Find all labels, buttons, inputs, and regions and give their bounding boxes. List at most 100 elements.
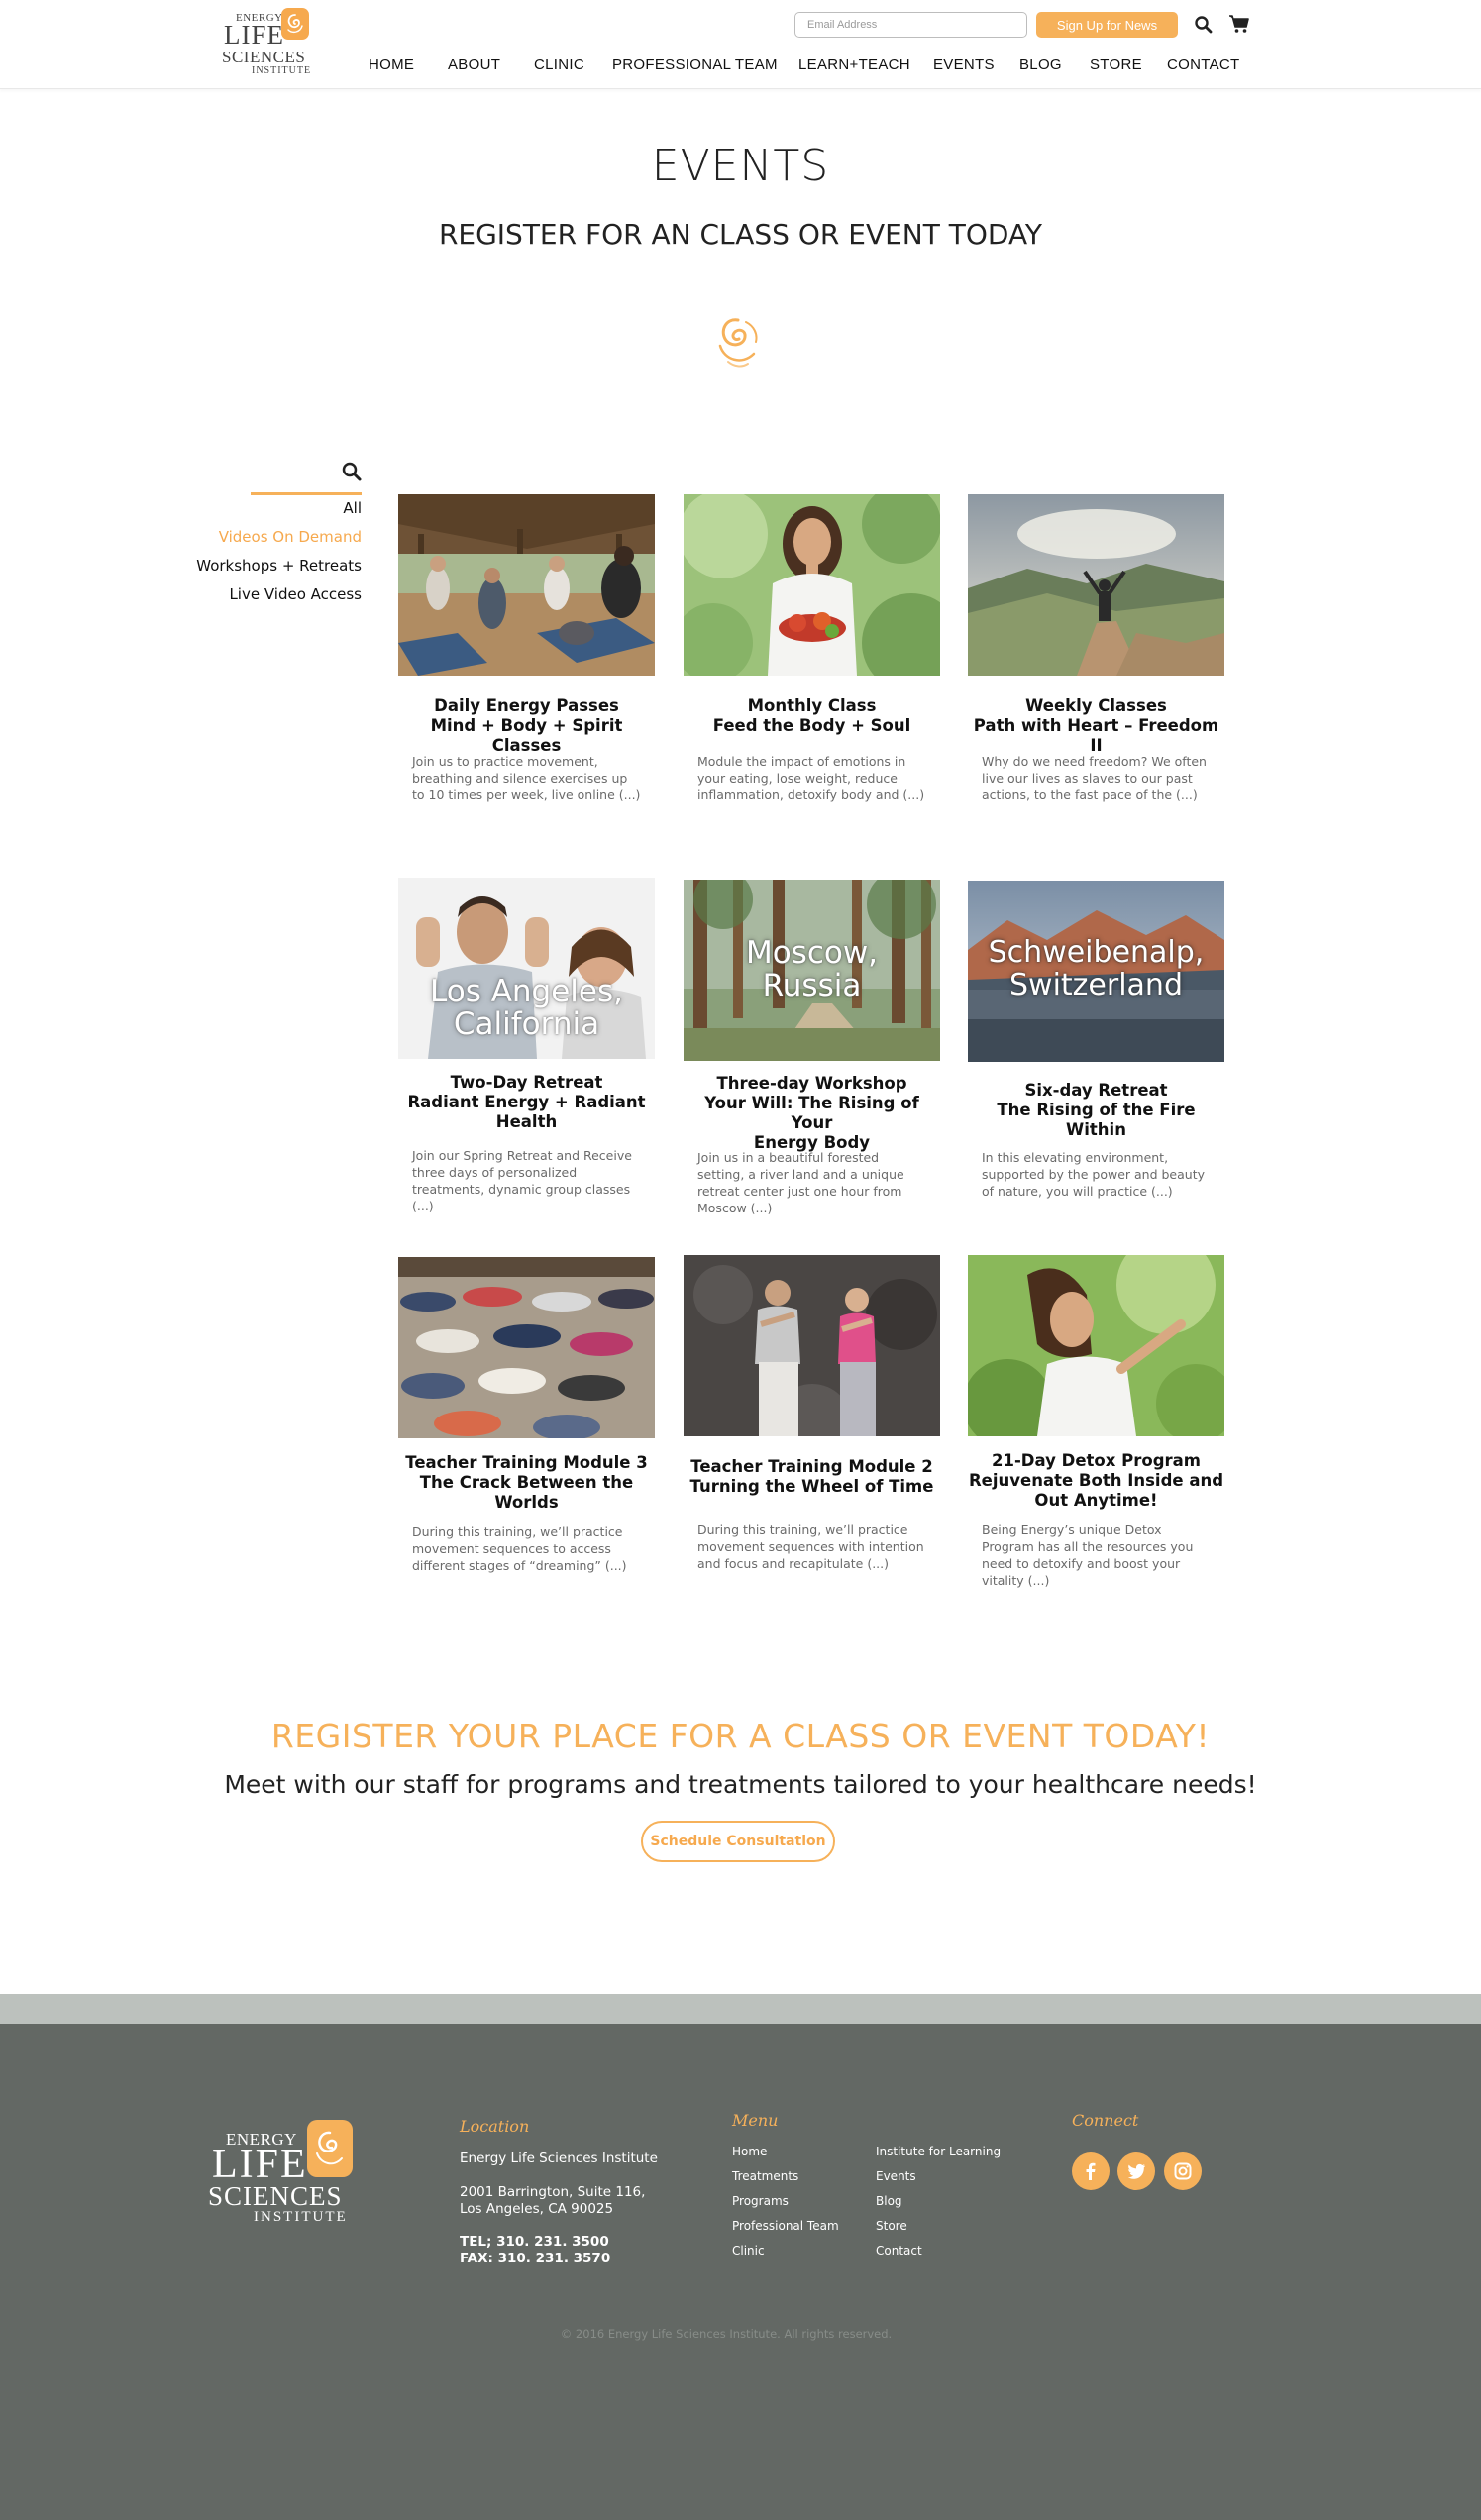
event-title-line: Monthly Class <box>747 696 877 715</box>
event-title-line: Weekly Classes <box>1025 696 1167 715</box>
event-image[interactable] <box>968 494 1224 676</box>
nav-store[interactable]: STORE <box>1090 56 1142 78</box>
cta-subtitle: Meet with our staff for programs and tre… <box>224 1770 1257 1799</box>
filter-divider <box>251 492 362 495</box>
nav-events[interactable]: EVENTS <box>933 56 995 78</box>
event-title-line: Rejuvenate Both Inside and <box>968 1471 1224 1490</box>
image-caption-line: Russia <box>762 968 862 1003</box>
swirl-icon <box>712 312 764 369</box>
nav-blog[interactable]: BLOG <box>1019 56 1062 78</box>
event-title[interactable]: Weekly Classes Path with Heart – Freedom… <box>968 696 1224 756</box>
event-title-line: The Crack Between the <box>419 1473 634 1492</box>
image-caption-line: California <box>453 1006 600 1042</box>
event-title-line: Teacher Training Module 3 <box>405 1453 648 1472</box>
event-title-line: Daily Energy Passes <box>434 696 619 715</box>
footer-link-institute-for-learning[interactable]: Institute for Learning <box>876 2145 1001 2158</box>
nav-clinic[interactable]: CLINIC <box>534 56 584 78</box>
footer-logo[interactable]: ENERGY LIFE SCIENCES INSTITUTE <box>208 2118 357 2227</box>
event-image[interactable] <box>684 494 940 676</box>
footer-link-contact[interactable]: Contact <box>876 2244 922 2258</box>
image-caption-line: Moscow, <box>745 935 879 971</box>
footer-link-clinic[interactable]: Clinic <box>732 2244 765 2258</box>
footer-tel[interactable]: TEL; 310. 231. 3500 <box>460 2234 609 2251</box>
filter-workshops-retreats[interactable]: Workshops + Retreats <box>196 557 362 575</box>
footer-link-treatments[interactable]: Treatments <box>732 2169 798 2183</box>
event-title[interactable]: Six-day Retreat The Rising of the Fire W… <box>968 1081 1224 1140</box>
event-description: During this training, we’ll practice mov… <box>412 1524 627 1573</box>
footer-location-heading: Location <box>460 2117 530 2136</box>
nav-learn-teach[interactable]: LEARN+TEACH <box>798 56 910 78</box>
event-title[interactable]: Daily Energy Passes Mind + Body + Spirit… <box>398 696 655 756</box>
nav-contact[interactable]: CONTACT <box>1167 56 1239 78</box>
event-description: Join us in a beautiful forested setting,… <box>697 1150 904 1215</box>
footer-link-professional-team[interactable]: Professional Team <box>732 2219 839 2233</box>
site-footer <box>0 2024 1481 2520</box>
event-title-line: Teacher Training Module 2 <box>690 1457 933 1476</box>
event-image[interactable] <box>684 1255 940 1436</box>
event-title[interactable]: Monthly Class Feed the Body + Soul <box>684 696 940 736</box>
event-title[interactable]: Three-day Workshop Your Will: The Rising… <box>684 1074 940 1153</box>
filter-videos-on-demand[interactable]: Videos On Demand <box>219 528 362 546</box>
nav-about[interactable]: ABOUT <box>448 56 500 78</box>
page-title: EVENTS <box>651 141 830 191</box>
event-image[interactable] <box>968 1255 1224 1436</box>
filter-search-icon[interactable] <box>341 461 363 482</box>
event-description: Module the impact of emotions in your ea… <box>697 754 925 802</box>
filter-all[interactable]: All <box>343 499 362 517</box>
event-description: Being Energy’s unique Detox Program has … <box>982 1522 1194 1588</box>
footer-connect-heading: Connect <box>1072 2111 1139 2130</box>
footer-address-line-1: 2001 Barrington, Suite 116, <box>460 2184 646 2200</box>
schedule-consultation-button[interactable]: Schedule Consultation <box>641 1821 835 1862</box>
instagram-icon[interactable] <box>1164 2152 1202 2190</box>
event-description: Join us to practice movement, breathing … <box>412 754 641 802</box>
logo-line-3: SCIENCES <box>222 48 306 66</box>
event-image[interactable] <box>398 1257 655 1438</box>
event-title[interactable]: 21-Day Detox Program Rejuvenate Both Ins… <box>968 1451 1224 1511</box>
event-title-line: Health <box>495 1112 558 1131</box>
event-image[interactable] <box>398 494 655 676</box>
image-caption-line: Switzerland <box>1009 968 1183 1002</box>
cart-icon[interactable] <box>1228 14 1250 34</box>
footer-link-programs[interactable]: Programs <box>732 2194 789 2208</box>
event-title-line: Worlds <box>494 1493 559 1512</box>
event-title[interactable]: Teacher Training Module 2 Turning the Wh… <box>684 1457 940 1497</box>
logo-line-2: LIFE <box>224 20 284 50</box>
cta-title: REGISTER YOUR PLACE FOR A CLASS OR EVENT… <box>270 1717 1211 1755</box>
event-title-line: Path with Heart – Freedom II <box>973 716 1219 755</box>
filter-live-video-access[interactable]: Live Video Access <box>229 585 362 603</box>
site-logo[interactable]: ENERGY LIFE SCIENCES INSTITUTE <box>222 6 313 76</box>
event-title-line: Turning the Wheel of Time <box>689 1477 934 1496</box>
logo-line-2: LIFE <box>212 2142 308 2187</box>
page-subtitle: REGISTER FOR AN CLASS OR EVENT TODAY <box>438 218 1043 251</box>
footer-link-store[interactable]: Store <box>876 2219 907 2233</box>
event-title[interactable]: Teacher Training Module 3 The Crack Betw… <box>398 1453 655 1513</box>
footer-fax: FAX: 310. 231. 3570 <box>460 2251 611 2266</box>
nav-home[interactable]: HOME <box>369 56 414 78</box>
image-caption: Schweibenalp, Switzerland <box>968 936 1224 1001</box>
event-description: In this elevating environment, supported… <box>982 1150 1205 1199</box>
event-title-line: Radiant Energy + Radiant <box>407 1093 646 1111</box>
event-title-line: Mind + Body + Spirit Classes <box>430 716 623 755</box>
logo-line-4: INSTITUTE <box>254 2209 348 2225</box>
nav-professional-team[interactable]: PROFESSIONAL TEAM <box>612 56 778 78</box>
event-description: Join our Spring Retreat and Receive thre… <box>412 1148 632 1213</box>
event-description: During this training, we’ll practice mov… <box>697 1522 924 1571</box>
logo-line-3: SCIENCES <box>208 2181 343 2211</box>
image-caption-line: Schweibenalp, <box>988 935 1205 970</box>
swirl-icon <box>307 2120 353 2177</box>
image-caption: Los Angeles, California <box>398 976 655 1041</box>
footer-link-home[interactable]: Home <box>732 2145 767 2158</box>
footer-link-events[interactable]: Events <box>876 2169 916 2183</box>
email-input[interactable] <box>794 12 1027 38</box>
event-title[interactable]: Two-Day Retreat Radiant Energy + Radiant… <box>398 1073 655 1132</box>
signup-button[interactable]: Sign Up for News <box>1036 12 1178 38</box>
twitter-icon[interactable] <box>1117 2152 1155 2190</box>
event-title-line: Feed the Body + Soul <box>712 716 911 735</box>
footer-link-blog[interactable]: Blog <box>876 2194 902 2208</box>
event-description: Why do we need freedom? We often live ou… <box>982 754 1207 802</box>
footer-address-line-2: Los Angeles, CA 90025 <box>460 2201 614 2217</box>
footer-band <box>0 1994 1481 2024</box>
facebook-icon[interactable] <box>1072 2152 1110 2190</box>
search-icon[interactable] <box>1194 15 1214 35</box>
event-title-line: Two-Day Retreat <box>450 1073 603 1092</box>
